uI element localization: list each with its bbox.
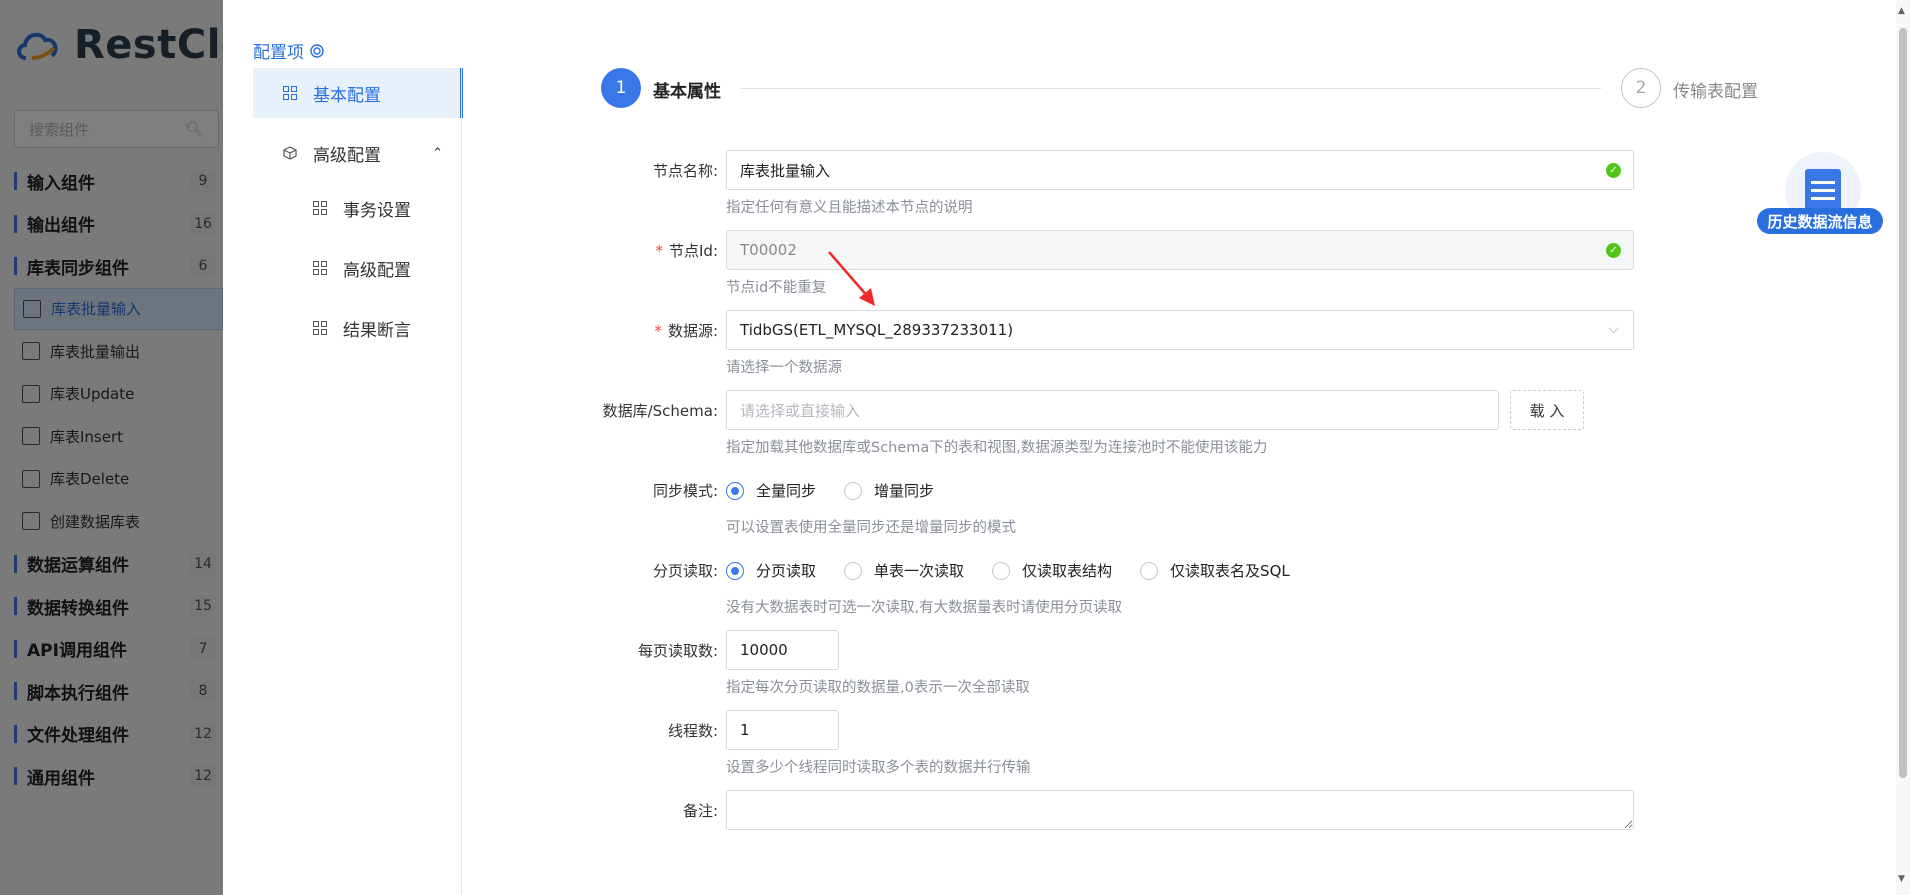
settings-target-icon bbox=[310, 43, 324, 58]
config-nav: 基本配置 高级配置 ⌃ 事务设置 高级配置 结果断言 bbox=[253, 68, 463, 358]
sync-mode-radio-group: 全量同步 增量同步 bbox=[726, 480, 962, 501]
nav-advanced[interactable]: 高级配置 bbox=[253, 238, 463, 298]
threads-input[interactable]: 1 bbox=[726, 710, 839, 750]
node-id-hint: 节点id不能重复 bbox=[726, 280, 827, 296]
annotation-arrow-icon bbox=[828, 251, 875, 306]
config-drawer: 配置项 基本配置 高级配置 ⌃ 事务设置 高级配置 结果断言 1 基本属性 2 … bbox=[223, 0, 1910, 895]
step2-number[interactable]: 2 bbox=[1621, 68, 1661, 108]
schema-label: 数据库/Schema: bbox=[602, 402, 718, 420]
name-sql-only-radio[interactable]: 仅读取表名及SQL bbox=[1140, 560, 1290, 581]
grid-icon bbox=[313, 321, 327, 335]
sync-mode-label: 同步模式: bbox=[652, 482, 718, 500]
paging-radio[interactable]: 分页读取 bbox=[726, 560, 816, 581]
node-name-input[interactable]: 库表批量输入 ✓ bbox=[726, 150, 1634, 190]
scroll-down-icon[interactable]: ▼ bbox=[1898, 874, 1905, 884]
grid-icon bbox=[283, 86, 297, 100]
sync-incremental-radio[interactable]: 增量同步 bbox=[844, 480, 934, 501]
step1-label[interactable]: 基本属性 bbox=[653, 77, 721, 102]
chevron-up-icon[interactable]: ⌃ bbox=[432, 146, 443, 161]
threads-hint: 设置多少个线程同时读取多个表的数据并行传输 bbox=[726, 760, 1031, 776]
config-title: 配置项 bbox=[253, 38, 324, 63]
grid-icon bbox=[313, 261, 327, 275]
page-scrollbar[interactable]: ▲ ▼ bbox=[1896, 0, 1910, 895]
valid-check-icon: ✓ bbox=[1606, 243, 1621, 258]
page-size-label: 每页读取数: bbox=[637, 642, 718, 660]
document-icon bbox=[1805, 169, 1841, 211]
scroll-thumb[interactable] bbox=[1899, 28, 1907, 778]
chevron-down-icon: ⌵ bbox=[1608, 321, 1619, 337]
datasource-hint: 请选择一个数据源 bbox=[726, 360, 842, 376]
schema-hint: 指定加载其他数据库或Schema下的表和视图,数据源类型为连接池时不能使用该能力 bbox=[726, 440, 1268, 456]
node-name-label: 节点名称: bbox=[652, 162, 718, 180]
node-name-hint: 指定任何有意义且能描述本节点的说明 bbox=[726, 200, 973, 216]
paging-label: 分页读取: bbox=[652, 562, 718, 580]
nav-assertion[interactable]: 结果断言 bbox=[253, 298, 463, 358]
remark-label: 备注: bbox=[682, 802, 718, 820]
sync-mode-hint: 可以设置表使用全量同步还是增量同步的模式 bbox=[726, 520, 1016, 536]
nav-transaction[interactable]: 事务设置 bbox=[253, 178, 463, 238]
sync-full-radio[interactable]: 全量同步 bbox=[726, 480, 816, 501]
threads-label: 线程数: bbox=[667, 722, 718, 740]
step1-number[interactable]: 1 bbox=[601, 68, 641, 108]
grid-icon bbox=[313, 201, 327, 215]
structure-only-radio[interactable]: 仅读取表结构 bbox=[992, 560, 1112, 581]
datasource-label: * 数据源: bbox=[654, 322, 718, 340]
page-size-hint: 指定每次分页读取的数据量,0表示一次全部读取 bbox=[726, 680, 1030, 696]
history-dataflow-badge[interactable]: 历史数据流信息 bbox=[1757, 152, 1887, 236]
steps-bar: 1 基本属性 2 传输表配置 bbox=[601, 68, 1761, 110]
step2-label[interactable]: 传输表配置 bbox=[1673, 77, 1758, 102]
schema-input[interactable]: 请选择或直接输入 bbox=[726, 390, 1499, 430]
step-connector bbox=[741, 88, 1601, 89]
scroll-up-icon[interactable]: ▲ bbox=[1898, 6, 1905, 16]
paging-hint: 没有大数据表时可选一次读取,有大数据量表时请使用分页读取 bbox=[726, 600, 1123, 616]
paging-radio-group: 分页读取 单表一次读取 仅读取表结构 仅读取表名及SQL bbox=[726, 560, 1318, 581]
nav-divider bbox=[461, 68, 462, 895]
remark-textarea[interactable] bbox=[726, 790, 1634, 830]
node-id-label: * 节点Id: bbox=[655, 242, 719, 260]
page-size-input[interactable]: 10000 bbox=[726, 630, 839, 670]
nav-advanced-group[interactable]: 高级配置 ⌃ bbox=[253, 128, 463, 178]
nav-basic-config[interactable]: 基本配置 bbox=[253, 68, 463, 118]
history-label[interactable]: 历史数据流信息 bbox=[1757, 208, 1883, 234]
cube-icon bbox=[283, 146, 297, 160]
valid-check-icon: ✓ bbox=[1606, 163, 1621, 178]
single-read-radio[interactable]: 单表一次读取 bbox=[844, 560, 964, 581]
datasource-select[interactable]: TidbGS(ETL_MYSQL_289337233011) ⌵ bbox=[726, 310, 1634, 350]
load-button[interactable]: 载 入 bbox=[1510, 390, 1584, 430]
